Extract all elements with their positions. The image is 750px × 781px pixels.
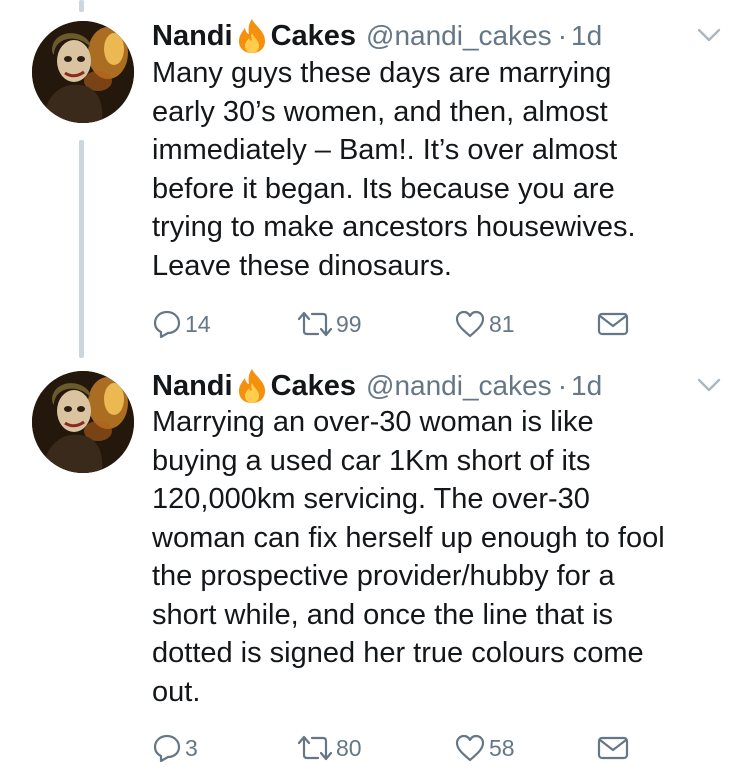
- reply-icon: [153, 310, 181, 339]
- tweet-text-line: out.: [152, 675, 201, 708]
- like-button[interactable]: 81: [454, 307, 515, 341]
- display-name-first[interactable]: Nandi: [152, 20, 233, 53]
- tweet-text-line: 120,000km servicing. The over-30: [152, 483, 590, 515]
- tweet-text-line: the prospective provider/hubby for a: [152, 560, 615, 592]
- direct-message-button[interactable]: [597, 307, 629, 341]
- user-handle[interactable]: @nandi_cakes: [366, 370, 552, 402]
- envelope-icon: [597, 312, 629, 336]
- chevron-down-icon[interactable]: [697, 376, 721, 394]
- timestamp[interactable]: 1d: [571, 370, 602, 402]
- tweet-text-line: buying a used car 1Km short of its: [152, 444, 591, 477]
- tweet-text-line: trying to make ancestors housewives.: [152, 211, 636, 243]
- tweet-text: Marrying an over-30 woman is like buying…: [152, 403, 742, 711]
- tweet-text-line: dotted is signed her true colours come: [152, 637, 644, 669]
- tweet-text: Many guys these days are marrying early …: [152, 54, 742, 285]
- tweet-header: Nandi Cakes @nandi_cakes · 1d: [152, 16, 602, 56]
- timestamp[interactable]: 1d: [571, 20, 602, 52]
- retweet-count: 99: [336, 310, 362, 337]
- tweet-text-line: Many guys these days are marrying: [152, 57, 612, 89]
- avatar[interactable]: [32, 371, 134, 473]
- like-button[interactable]: 58: [454, 731, 515, 765]
- reply-count: 14: [185, 310, 211, 337]
- tweet-text-line: Marrying an over-30 woman is like: [152, 406, 594, 438]
- reply-icon: [153, 734, 181, 763]
- tweet-text-line: Leave these dinosaurs.: [152, 249, 452, 282]
- avatar[interactable]: [32, 21, 134, 123]
- thread-line-top: [79, 0, 84, 12]
- retweet-button[interactable]: 80: [297, 731, 362, 765]
- chevron-down-icon[interactable]: [697, 26, 721, 44]
- retweet-icon: [297, 311, 333, 337]
- direct-message-button[interactable]: [597, 731, 629, 765]
- separator-dot: ·: [557, 20, 568, 51]
- retweet-count: 80: [336, 734, 362, 761]
- like-count: 58: [489, 734, 515, 761]
- thread-line-middle: [79, 140, 84, 358]
- heart-icon: [455, 734, 485, 762]
- display-name-last[interactable]: Cakes: [271, 20, 356, 53]
- user-handle[interactable]: @nandi_cakes: [366, 20, 552, 52]
- heart-icon: [455, 310, 485, 338]
- tweet-actions: 14 99 81: [152, 307, 642, 341]
- reply-count: 3: [185, 734, 198, 761]
- tweet-text-line: woman can fix herself up enough to fool: [152, 521, 665, 554]
- tweet-header: Nandi Cakes @nandi_cakes · 1d: [152, 366, 602, 406]
- display-name-last[interactable]: Cakes: [271, 370, 356, 403]
- envelope-icon: [597, 736, 629, 760]
- display-name-first[interactable]: Nandi: [152, 370, 233, 403]
- tweet-text-line: before it began. Its because you are: [152, 172, 615, 205]
- like-count: 81: [489, 310, 515, 337]
- fire-emoji-icon: [238, 19, 265, 53]
- tweet-actions: 3 80 58: [152, 731, 642, 765]
- retweet-icon: [297, 735, 333, 761]
- tweet-text-line: early 30’s women, and then, almost: [152, 95, 608, 128]
- retweet-button[interactable]: 99: [297, 307, 362, 341]
- reply-button[interactable]: 3: [152, 731, 198, 765]
- tweet-text-line: short while, and once the line that is: [152, 598, 614, 631]
- tweet-text-line: immediately – Bam!. It’s over almost: [152, 134, 618, 166]
- separator-dot: ·: [557, 370, 568, 401]
- fire-emoji-icon: [238, 369, 265, 403]
- reply-button[interactable]: 14: [152, 307, 211, 341]
